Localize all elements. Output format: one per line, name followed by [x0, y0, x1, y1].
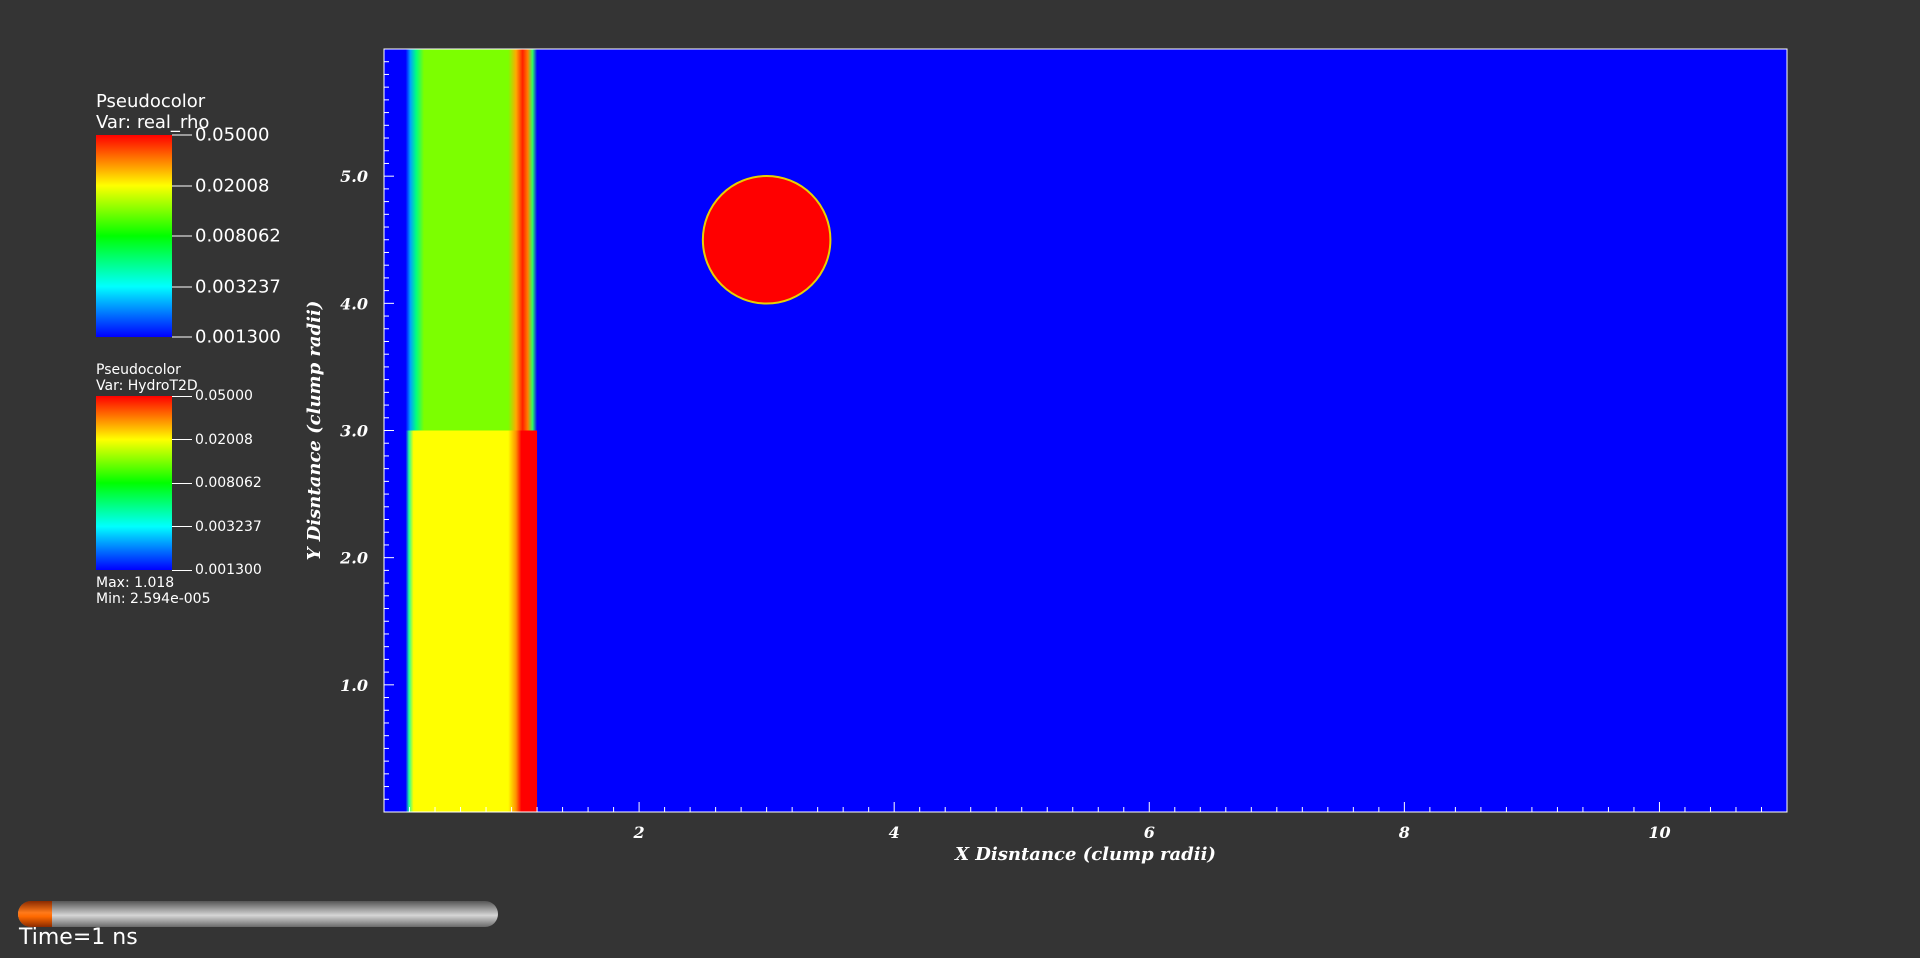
y-tick-label: 2.0	[339, 549, 368, 568]
y-tick-label: 1.0	[340, 676, 368, 695]
upper-shock-slab	[405, 49, 538, 431]
x-axis-label: X Disntance (clump radii)	[954, 844, 1216, 865]
time-label: Time=1 ns	[19, 925, 138, 950]
y-tick-label: 5.0	[340, 167, 368, 186]
x-tick-label: 2	[633, 823, 645, 842]
y-axis-label: Y Disntance (clump radii)	[304, 301, 325, 561]
dense-clump	[701, 174, 832, 305]
y-tick-label: 3.0	[340, 422, 368, 441]
x-tick-label: 8	[1398, 823, 1410, 842]
time-slider[interactable]	[18, 901, 498, 927]
time-slider-track[interactable]	[18, 901, 498, 927]
plot-background	[384, 49, 1787, 812]
x-tick-label: 6	[1144, 823, 1155, 842]
y-axis: 1.0 2.0 3.0 4.0 5.0	[339, 48, 394, 813]
plot-area: 2 4 6 8 10 1.0 2.0 3.0 4.0 5.0 X Disntance (clum…	[304, 48, 1788, 865]
time-slider-fill	[18, 901, 52, 927]
x-tick-label: 4	[889, 823, 900, 842]
lower-shock-slab	[405, 430, 538, 812]
y-tick-label: 4.0	[340, 294, 368, 313]
x-tick-label: 10	[1648, 823, 1670, 842]
